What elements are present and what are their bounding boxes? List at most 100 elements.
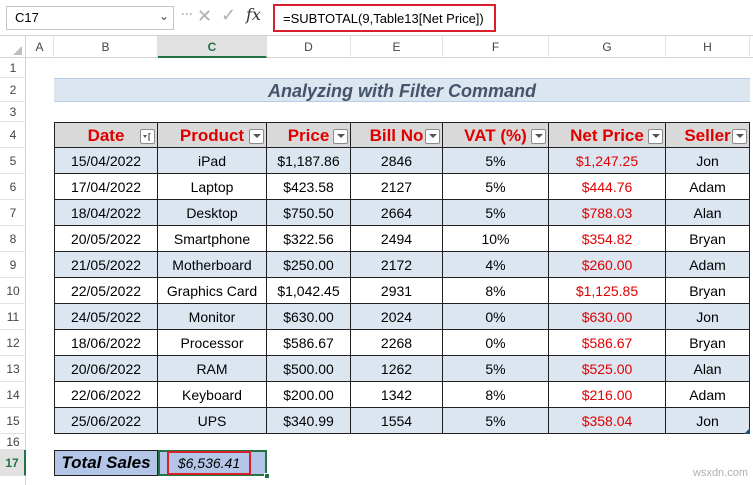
vat-cell[interactable]: 0% [443, 304, 549, 330]
net-price-cell[interactable]: $1,125.85 [549, 278, 666, 304]
price-cell[interactable]: $322.56 [267, 226, 351, 252]
date-cell[interactable]: 25/06/2022 [54, 408, 158, 434]
vat-cell[interactable]: 5% [443, 174, 549, 200]
row-header-11[interactable]: 11 [0, 304, 26, 330]
date-cell[interactable]: 24/05/2022 [54, 304, 158, 330]
bill-no-cell[interactable]: 1342 [351, 382, 443, 408]
net-price-cell[interactable]: $260.00 [549, 252, 666, 278]
row-header-5[interactable]: 5 [0, 148, 26, 174]
product-cell[interactable]: Graphics Card [158, 278, 267, 304]
row-header-2[interactable]: 2 [0, 78, 26, 102]
filter-dropdown-button[interactable] [333, 129, 348, 144]
product-cell[interactable]: UPS [158, 408, 267, 434]
bill-no-cell[interactable]: 1262 [351, 356, 443, 382]
row-header-17[interactable]: 17 [0, 450, 26, 476]
row-header-4[interactable]: 4 [0, 122, 26, 148]
seller-cell[interactable]: Jon [666, 408, 750, 434]
filter-dropdown-button[interactable] [531, 129, 546, 144]
price-cell[interactable]: $1,187.86 [267, 148, 351, 174]
price-cell[interactable]: $250.00 [267, 252, 351, 278]
product-cell[interactable]: Desktop [158, 200, 267, 226]
seller-cell[interactable]: Bryan [666, 226, 750, 252]
filter-dropdown-button[interactable] [732, 129, 747, 144]
date-cell[interactable]: 22/06/2022 [54, 382, 158, 408]
cancel-icon[interactable]: ✕ [197, 6, 212, 27]
vat-cell[interactable]: 0% [443, 330, 549, 356]
name-box[interactable]: C17 ⌄ [6, 6, 174, 30]
price-cell[interactable]: $1,042.45 [267, 278, 351, 304]
header-cell-date[interactable]: Date [54, 122, 158, 148]
vat-cell[interactable]: 5% [443, 356, 549, 382]
seller-cell[interactable]: Adam [666, 174, 750, 200]
seller-cell[interactable]: Adam [666, 252, 750, 278]
vat-cell[interactable]: 5% [443, 148, 549, 174]
formula-input[interactable]: =SUBTOTAL(9,Table13[Net Price]) [273, 4, 496, 32]
bill-no-cell[interactable]: 1554 [351, 408, 443, 434]
date-cell[interactable]: 20/06/2022 [54, 356, 158, 382]
row-header-14[interactable]: 14 [0, 382, 26, 408]
net-price-cell[interactable]: $1,247.25 [549, 148, 666, 174]
net-price-cell[interactable]: $354.82 [549, 226, 666, 252]
price-cell[interactable]: $500.00 [267, 356, 351, 382]
seller-cell[interactable]: Bryan [666, 330, 750, 356]
date-cell[interactable]: 15/04/2022 [54, 148, 158, 174]
header-cell-bill-no[interactable]: Bill No [351, 122, 443, 148]
price-cell[interactable]: $586.67 [267, 330, 351, 356]
vat-cell[interactable]: 8% [443, 278, 549, 304]
vat-cell[interactable]: 10% [443, 226, 549, 252]
bill-no-cell[interactable]: 2664 [351, 200, 443, 226]
row-header-7[interactable]: 7 [0, 200, 26, 226]
more-options-icon[interactable]: ⋮ [180, 8, 194, 19]
vat-cell[interactable]: 5% [443, 408, 549, 434]
date-cell[interactable]: 20/05/2022 [54, 226, 158, 252]
row-header-12[interactable]: 12 [0, 330, 26, 356]
price-cell[interactable]: $750.50 [267, 200, 351, 226]
bill-no-cell[interactable]: 2024 [351, 304, 443, 330]
filter-dropdown-button[interactable] [648, 129, 663, 144]
bill-no-cell[interactable]: 2127 [351, 174, 443, 200]
column-header-c[interactable]: C [158, 36, 267, 58]
row-header-8[interactable]: 8 [0, 226, 26, 252]
seller-cell[interactable]: Bryan [666, 278, 750, 304]
seller-cell[interactable]: Alan [666, 200, 750, 226]
header-cell-product[interactable]: Product [158, 122, 267, 148]
column-header-g[interactable]: G [549, 36, 666, 58]
column-header-a[interactable]: A [26, 36, 54, 58]
header-cell-net-price[interactable]: Net Price [549, 122, 666, 148]
row-header-3[interactable]: 3 [0, 102, 26, 122]
seller-cell[interactable]: Adam [666, 382, 750, 408]
bill-no-cell[interactable]: 2931 [351, 278, 443, 304]
column-header-f[interactable]: F [443, 36, 549, 58]
product-cell[interactable]: iPad [158, 148, 267, 174]
net-price-cell[interactable]: $630.00 [549, 304, 666, 330]
product-cell[interactable]: Keyboard [158, 382, 267, 408]
date-cell[interactable]: 22/05/2022 [54, 278, 158, 304]
vat-cell[interactable]: 4% [443, 252, 549, 278]
bill-no-cell[interactable]: 2268 [351, 330, 443, 356]
net-price-cell[interactable]: $586.67 [549, 330, 666, 356]
column-header-h[interactable]: H [666, 36, 750, 58]
net-price-cell[interactable]: $216.00 [549, 382, 666, 408]
date-cell[interactable]: 17/04/2022 [54, 174, 158, 200]
seller-cell[interactable]: Jon [666, 304, 750, 330]
filter-dropdown-button[interactable] [249, 129, 264, 144]
total-sales-label-cell[interactable]: Total Sales [54, 450, 158, 476]
header-cell-price[interactable]: Price [267, 122, 351, 148]
price-cell[interactable]: $423.58 [267, 174, 351, 200]
bill-no-cell[interactable]: 2494 [351, 226, 443, 252]
row-header-6[interactable]: 6 [0, 174, 26, 200]
seller-cell[interactable]: Alan [666, 356, 750, 382]
table-resize-handle[interactable] [744, 428, 750, 434]
column-header-b[interactable]: B [54, 36, 158, 58]
header-cell-vat[interactable]: VAT (%) [443, 122, 549, 148]
date-cell[interactable]: 18/06/2022 [54, 330, 158, 356]
price-cell[interactable]: $200.00 [267, 382, 351, 408]
select-all-button[interactable] [0, 36, 26, 58]
product-cell[interactable]: Processor [158, 330, 267, 356]
header-cell-seller[interactable]: Seller [666, 122, 750, 148]
net-price-cell[interactable]: $444.76 [549, 174, 666, 200]
date-cell[interactable]: 18/04/2022 [54, 200, 158, 226]
row-header-15[interactable]: 15 [0, 408, 26, 434]
net-price-cell[interactable]: $358.04 [549, 408, 666, 434]
price-cell[interactable]: $630.00 [267, 304, 351, 330]
